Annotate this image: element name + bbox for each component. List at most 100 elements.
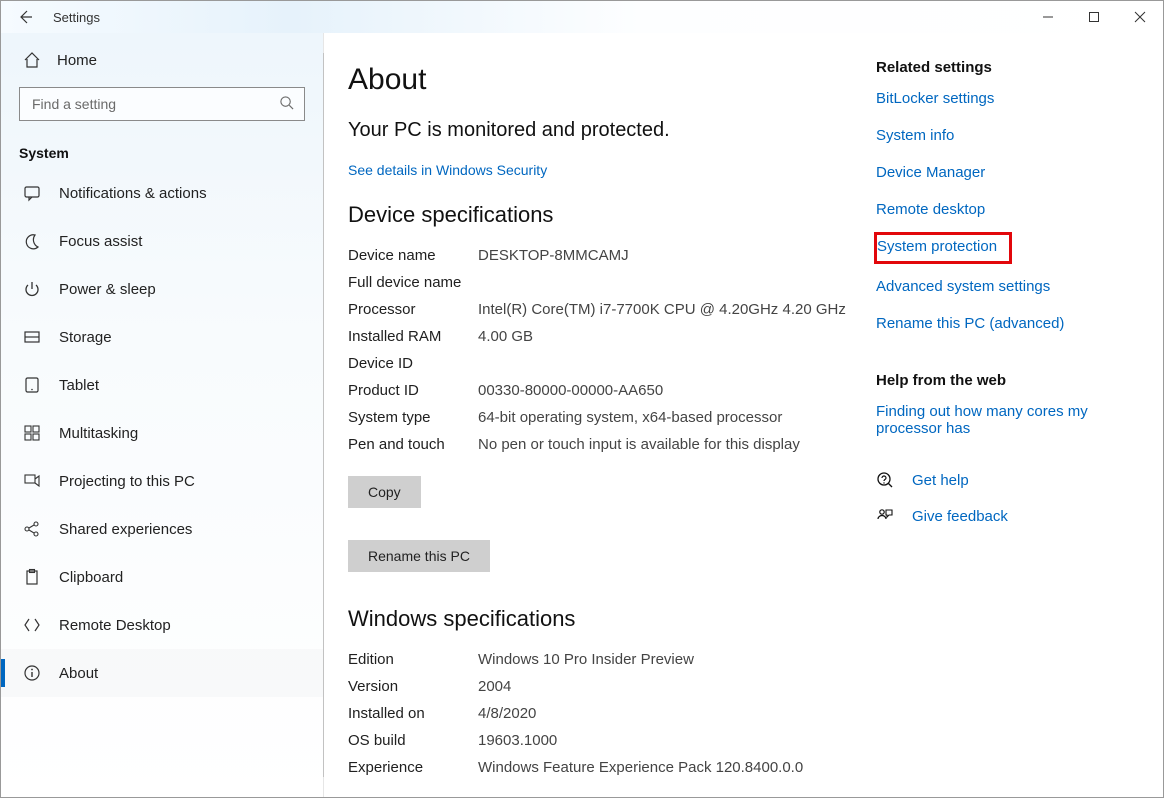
sidebar-item-label: Notifications & actions — [59, 185, 207, 202]
help-link[interactable]: Finding out how many cores my processor … — [876, 403, 1120, 437]
protection-status: Your PC is monitored and protected. — [348, 119, 848, 142]
related-link[interactable]: Remote desktop — [876, 201, 1120, 218]
feedback-icon — [876, 507, 894, 525]
sidebar-item-clipboard[interactable]: Clipboard — [1, 553, 323, 601]
give-feedback-link[interactable]: Give feedback — [912, 508, 1008, 525]
spec-label: Experience — [348, 759, 478, 776]
spec-row: Device ID — [348, 350, 848, 377]
spec-label: OS build — [348, 732, 478, 749]
spec-value — [478, 274, 848, 291]
spec-row: System type64-bit operating system, x64-… — [348, 404, 848, 431]
power-icon — [23, 280, 41, 298]
device-spec-heading: Device specifications — [348, 202, 848, 228]
spec-value: 4.00 GB — [478, 328, 848, 345]
spec-row: ExperienceWindows Feature Experience Pac… — [348, 754, 848, 781]
window-title: Settings — [49, 1, 100, 33]
project-icon — [23, 472, 41, 490]
give-feedback-row[interactable]: Give feedback — [876, 507, 1120, 525]
clipboard-icon — [23, 568, 41, 586]
titlebar: Settings — [1, 1, 1163, 33]
sidebar-item-label: Storage — [59, 329, 112, 346]
spec-value: 64-bit operating system, x64-based proce… — [478, 409, 848, 426]
search-field[interactable] — [30, 95, 279, 113]
get-help-link[interactable]: Get help — [912, 472, 969, 489]
spec-row: Product ID00330-80000-00000-AA650 — [348, 377, 848, 404]
sidebar-item-notifications[interactable]: Notifications & actions — [1, 169, 323, 217]
info-icon — [23, 664, 41, 682]
help-icon — [876, 471, 894, 489]
tablet-icon — [23, 376, 41, 394]
sidebar-item-power-sleep[interactable]: Power & sleep — [1, 265, 323, 313]
message-icon — [23, 184, 41, 202]
related-link[interactable]: System protection — [877, 238, 997, 255]
minimize-icon — [1042, 11, 1054, 23]
sidebar-item-storage[interactable]: Storage — [1, 313, 323, 361]
spec-row: Device nameDESKTOP-8MMCAMJ — [348, 242, 848, 269]
windows-spec-table: EditionWindows 10 Pro Insider PreviewVer… — [348, 646, 848, 781]
maximize-button[interactable] — [1071, 1, 1117, 33]
rename-pc-button[interactable]: Rename this PC — [348, 540, 490, 572]
sidebar-nav: Notifications & actions Focus assist Power… — [1, 169, 323, 697]
related-link[interactable]: BitLocker settings — [876, 90, 1120, 107]
related-settings-heading: Related settings — [876, 59, 1120, 76]
multitask-icon — [23, 424, 41, 442]
spec-value: DESKTOP-8MMCAMJ — [478, 247, 848, 264]
main-content: About Your PC is monitored and protected… — [324, 33, 876, 797]
sidebar-item-tablet[interactable]: Tablet — [1, 361, 323, 409]
sidebar-item-label: Tablet — [59, 377, 99, 394]
maximize-icon — [1088, 11, 1100, 23]
spec-label: System type — [348, 409, 478, 426]
spec-row: Version2004 — [348, 673, 848, 700]
sidebar-item-label: Projecting to this PC — [59, 473, 195, 490]
share-icon — [23, 520, 41, 538]
highlight-annotation: System protection — [874, 232, 1012, 264]
spec-row: Full device name — [348, 269, 848, 296]
sidebar-item-shared-exp[interactable]: Shared experiences — [1, 505, 323, 553]
sidebar-item-multitasking[interactable]: Multitasking — [1, 409, 323, 457]
spec-value: Windows Feature Experience Pack 120.8400… — [478, 759, 848, 776]
spec-value: 2004 — [478, 678, 848, 695]
windows-spec-heading: Windows specifications — [348, 606, 848, 632]
spec-value: 4/8/2020 — [478, 705, 848, 722]
sidebar-section-label: System — [1, 135, 323, 169]
spec-label: Device ID — [348, 355, 478, 372]
spec-label: Full device name — [348, 274, 478, 291]
spec-value: No pen or touch input is available for t… — [478, 436, 848, 453]
spec-value: Windows 10 Pro Insider Preview — [478, 651, 848, 668]
spec-label: Version — [348, 678, 478, 695]
spec-row: ProcessorIntel(R) Core(TM) i7-7700K CPU … — [348, 296, 848, 323]
related-link[interactable]: Device Manager — [876, 164, 1120, 181]
spec-value — [478, 355, 848, 372]
page-title: About — [348, 63, 848, 97]
sidebar-item-label: Focus assist — [59, 233, 142, 250]
sidebar-item-label: Multitasking — [59, 425, 138, 442]
sidebar-item-focus-assist[interactable]: Focus assist — [1, 217, 323, 265]
minimize-button[interactable] — [1025, 1, 1071, 33]
sidebar-item-label: About — [59, 665, 98, 682]
spec-row: Installed RAM4.00 GB — [348, 323, 848, 350]
spec-label: Processor — [348, 301, 478, 318]
home-icon — [23, 51, 41, 69]
search-input[interactable] — [19, 87, 305, 121]
sidebar-item-home[interactable]: Home — [1, 33, 323, 79]
remote-icon — [23, 616, 41, 634]
sidebar-divider — [323, 53, 324, 777]
get-help-row[interactable]: Get help — [876, 471, 1120, 489]
spec-label: Installed RAM — [348, 328, 478, 345]
back-button[interactable] — [1, 1, 49, 33]
related-link[interactable]: Advanced system settings — [876, 278, 1120, 295]
spec-label: Pen and touch — [348, 436, 478, 453]
sidebar-item-projecting[interactable]: Projecting to this PC — [1, 457, 323, 505]
spec-row: Pen and touchNo pen or touch input is av… — [348, 431, 848, 458]
related-link[interactable]: Rename this PC (advanced) — [876, 315, 1120, 332]
sidebar-home-label: Home — [57, 52, 97, 69]
copy-device-spec-button[interactable]: Copy — [348, 476, 421, 508]
moon-icon — [23, 232, 41, 250]
windows-security-link[interactable]: See details in Windows Security — [348, 162, 848, 178]
related-link[interactable]: System info — [876, 127, 1120, 144]
sidebar-item-remote-desktop[interactable]: Remote Desktop — [1, 601, 323, 649]
sidebar-item-about[interactable]: About — [1, 649, 323, 697]
spec-value: Intel(R) Core(TM) i7-7700K CPU @ 4.20GHz… — [478, 301, 848, 318]
spec-row: Installed on4/8/2020 — [348, 700, 848, 727]
close-button[interactable] — [1117, 1, 1163, 33]
